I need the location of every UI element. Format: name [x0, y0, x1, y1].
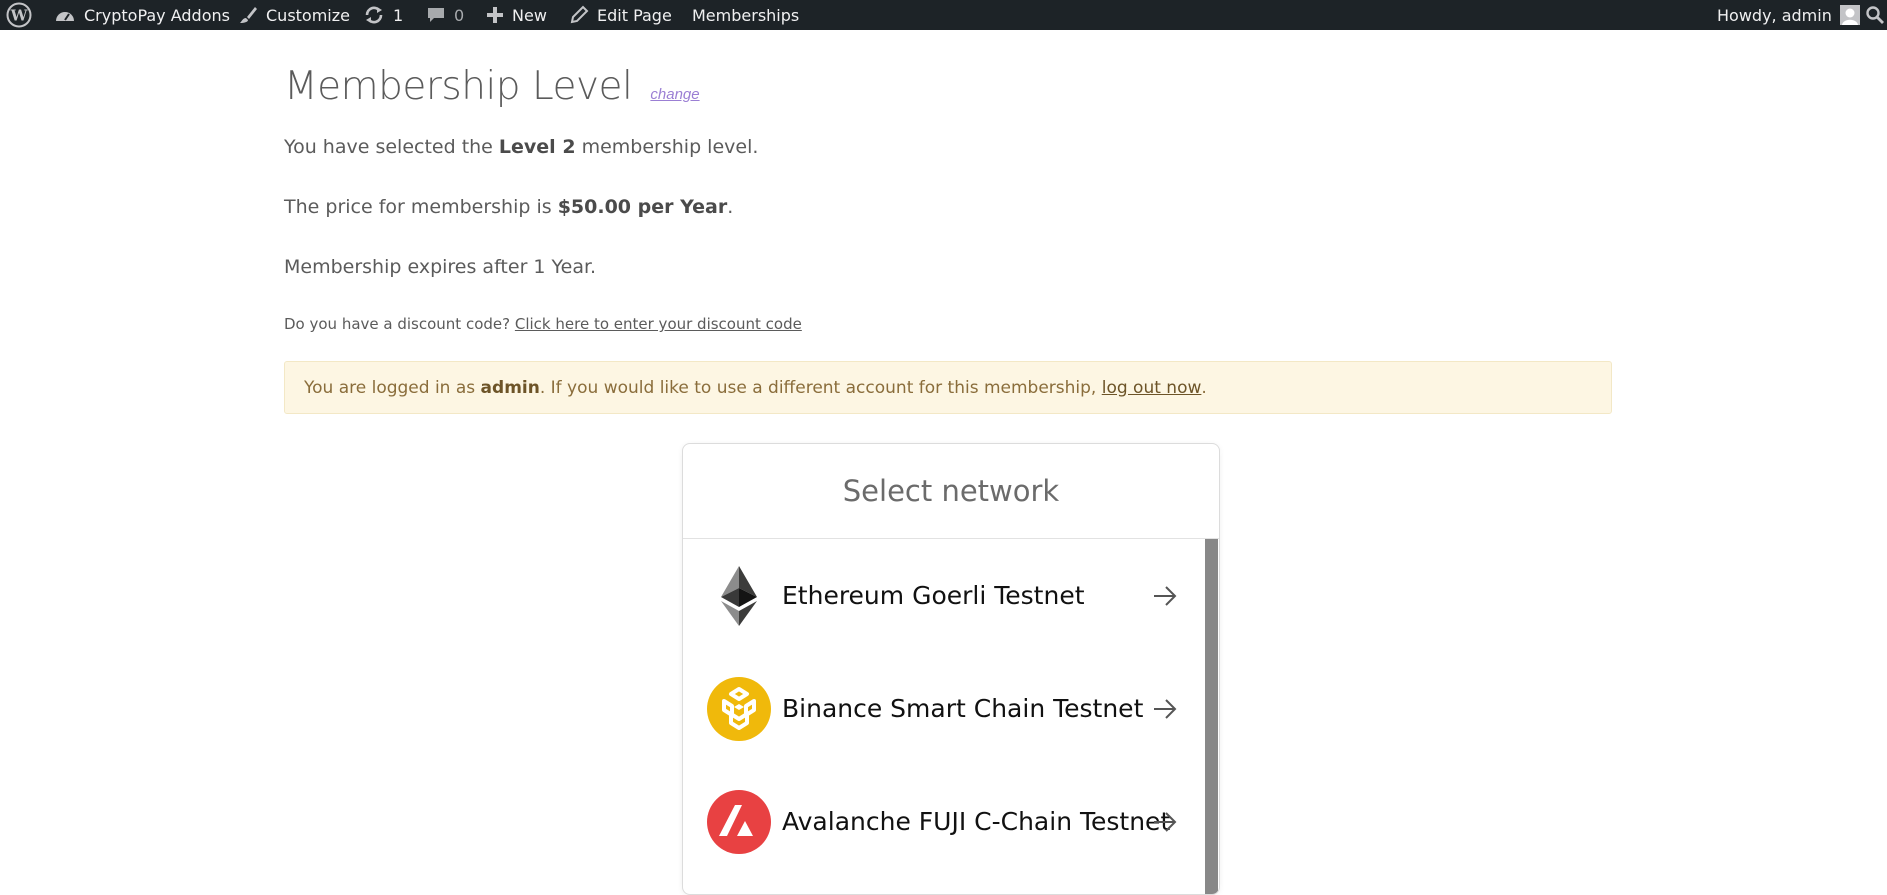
arrow-right-icon	[1154, 811, 1177, 832]
network-item-ethereum-goerli[interactable]: Ethereum Goerli Testnet	[683, 539, 1203, 652]
avalanche-icon	[707, 789, 771, 854]
change-level-link[interactable]: change	[650, 86, 699, 103]
new-label: New	[512, 5, 547, 25]
logout-link[interactable]: log out now	[1102, 378, 1202, 398]
selected-level-text: You have selected the Level 2 membership…	[284, 136, 759, 158]
site-name-menu[interactable]: CryptoPay Addons	[54, 0, 230, 30]
network-list: Ethereum Goerli Testnet Binance Smart Ch…	[683, 539, 1203, 878]
pencil-icon	[570, 5, 589, 24]
discount-prompt: Do you have a discount code? Click here …	[284, 315, 802, 333]
arrow-right-icon	[1154, 585, 1177, 606]
edit-page-label: Edit Page	[597, 5, 672, 25]
network-selector-title: Select network	[842, 474, 1060, 508]
avatar	[1839, 5, 1860, 25]
memberships-label: Memberships	[692, 5, 800, 25]
updates-menu[interactable]: 1	[363, 0, 403, 30]
wordpress-logo-icon[interactable]: W	[6, 0, 32, 30]
customize-label: Customize	[266, 5, 350, 25]
membership-level-header: Membership Level change	[284, 64, 700, 109]
price-text: The price for membership is $50.00 per Y…	[284, 196, 734, 218]
discount-code-link[interactable]: Click here to enter your discount code	[515, 315, 802, 333]
customize-menu[interactable]: Customize	[238, 0, 350, 30]
network-name: Avalanche FUJI C-Chain Testnet	[782, 807, 1171, 836]
expiration-text: Membership expires after 1 Year.	[284, 256, 597, 278]
bnb-icon	[707, 676, 771, 741]
network-item-binance-smart-chain[interactable]: Binance Smart Chain Testnet	[683, 652, 1203, 765]
site-name-label: CryptoPay Addons	[84, 5, 230, 25]
comments-menu[interactable]: 0	[426, 0, 464, 30]
updates-count: 1	[393, 5, 404, 25]
price-value: $50.00 per Year	[557, 196, 728, 218]
network-selector-card: Select network Ethereum Goerli Testnet B…	[682, 443, 1220, 895]
comment-bubble-icon	[428, 8, 444, 22]
updates-icon	[365, 6, 383, 24]
plus-icon	[487, 7, 503, 23]
new-content-menu[interactable]: New	[486, 0, 547, 30]
dashboard-icon	[56, 12, 74, 21]
network-item-avalanche-fuji[interactable]: Avalanche FUJI C-Chain Testnet	[683, 765, 1203, 878]
search-icon[interactable]	[1865, 0, 1885, 30]
network-list-scrollbar[interactable]	[1205, 539, 1218, 894]
network-selector-header: Select network	[683, 444, 1219, 539]
page-title: Membership Level	[284, 64, 633, 109]
selected-level-name: Level 2	[498, 136, 576, 158]
howdy-label: Howdy, admin	[1717, 5, 1832, 25]
account-menu[interactable]: Howdy, admin	[1717, 0, 1860, 30]
logged-in-user: admin	[480, 377, 540, 398]
network-name: Ethereum Goerli Testnet	[782, 581, 1085, 610]
svg-text:W: W	[10, 7, 29, 25]
edit-page-link[interactable]: Edit Page	[569, 0, 672, 30]
memberships-menu[interactable]: Memberships	[692, 0, 799, 30]
ethereum-icon	[707, 564, 771, 628]
network-name: Binance Smart Chain Testnet	[782, 694, 1144, 723]
logged-in-notice: You are logged in as admin. If you would…	[284, 361, 1612, 414]
comments-count: 0	[454, 5, 465, 25]
paintbrush-icon	[240, 7, 257, 23]
arrow-right-icon	[1154, 698, 1177, 719]
admin-bar: W CryptoPay Addons Customize 1 0 New Edi…	[0, 0, 1887, 30]
